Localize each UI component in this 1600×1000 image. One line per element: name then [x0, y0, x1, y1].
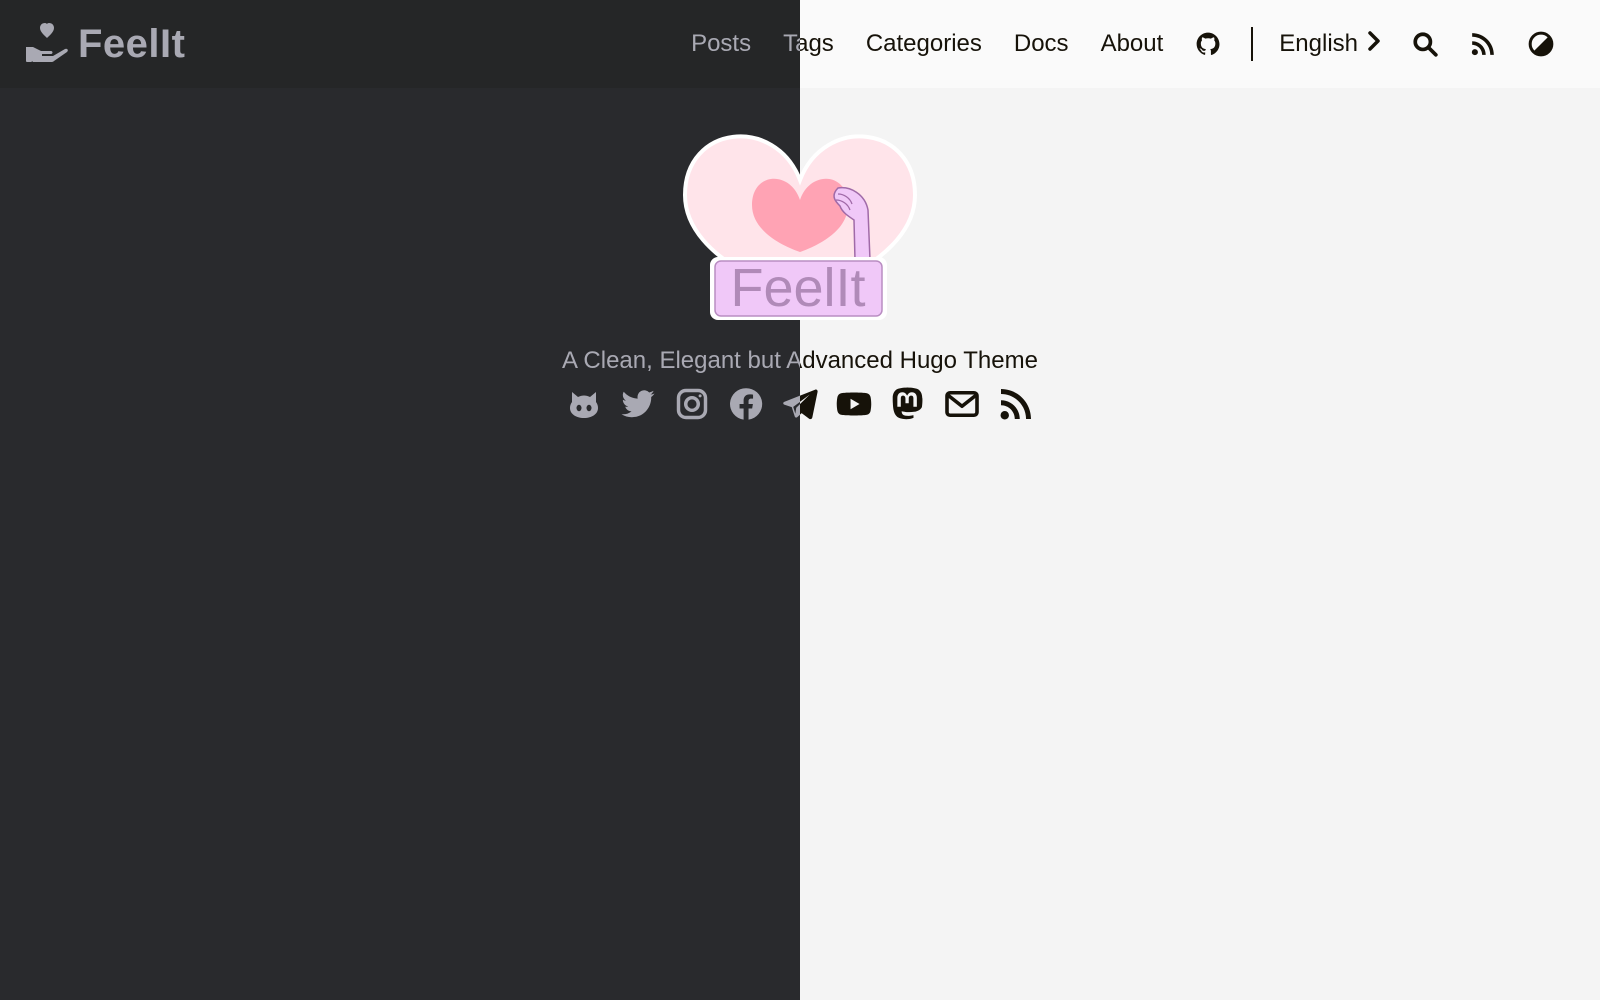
search-icon[interactable]: [1411, 30, 1439, 58]
language-switch[interactable]: English: [1279, 29, 1382, 60]
github-icon[interactable]: [566, 386, 602, 422]
nav-about[interactable]: About: [1101, 30, 1164, 58]
twitter-icon[interactable]: [620, 386, 656, 422]
facebook-icon[interactable]: [728, 386, 764, 422]
brand-link[interactable]: FeelIt: [24, 20, 185, 68]
nav-divider: [1251, 27, 1254, 61]
main-nav: Posts Tags Categories Docs About English: [675, 20, 1570, 68]
instagram-icon[interactable]: [674, 386, 710, 422]
nav-docs[interactable]: Docs: [1014, 30, 1069, 58]
rss-icon[interactable]: [998, 386, 1034, 422]
theme-switch-icon[interactable]: [1527, 30, 1555, 58]
chevron-right-icon: [1358, 29, 1382, 60]
github-icon[interactable]: [1194, 30, 1222, 58]
youtube-icon[interactable]: [836, 386, 872, 422]
brand-name: FeelIt: [78, 21, 186, 66]
nav-posts[interactable]: Posts: [691, 30, 751, 58]
rss-icon[interactable]: [1469, 30, 1497, 58]
hand-heart-icon: [24, 21, 70, 68]
email-icon[interactable]: [944, 386, 980, 422]
language-label: English: [1279, 30, 1358, 57]
mastodon-icon[interactable]: [890, 386, 926, 422]
nav-categories[interactable]: Categories: [866, 30, 982, 58]
